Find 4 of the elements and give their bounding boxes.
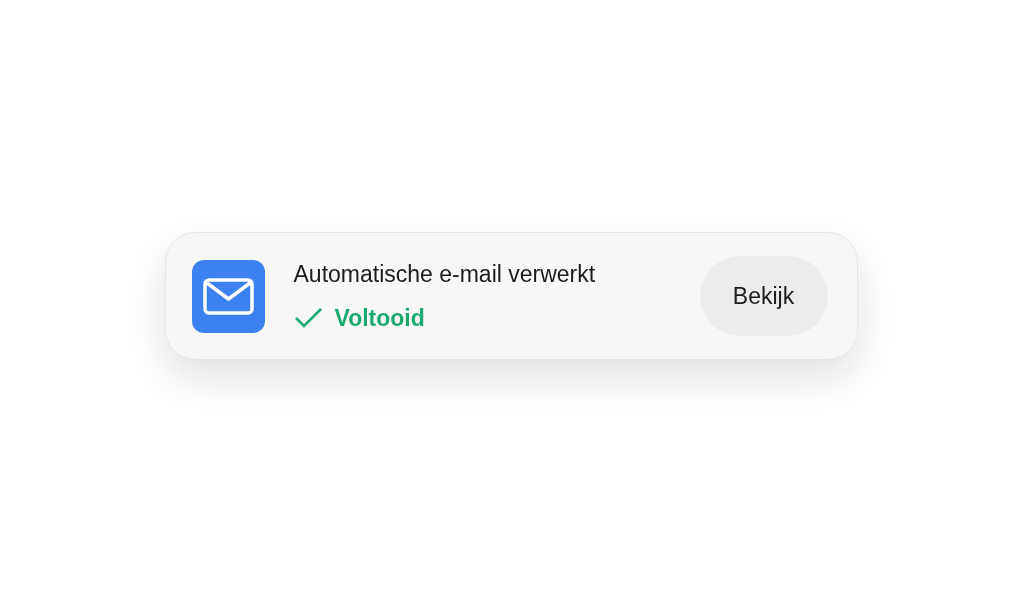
status-label: Voltooid xyxy=(334,303,425,333)
mail-icon xyxy=(191,259,265,333)
view-button[interactable]: Bekijk xyxy=(699,256,828,336)
notification-title: Automatische e-mail verwerkt xyxy=(293,260,597,289)
